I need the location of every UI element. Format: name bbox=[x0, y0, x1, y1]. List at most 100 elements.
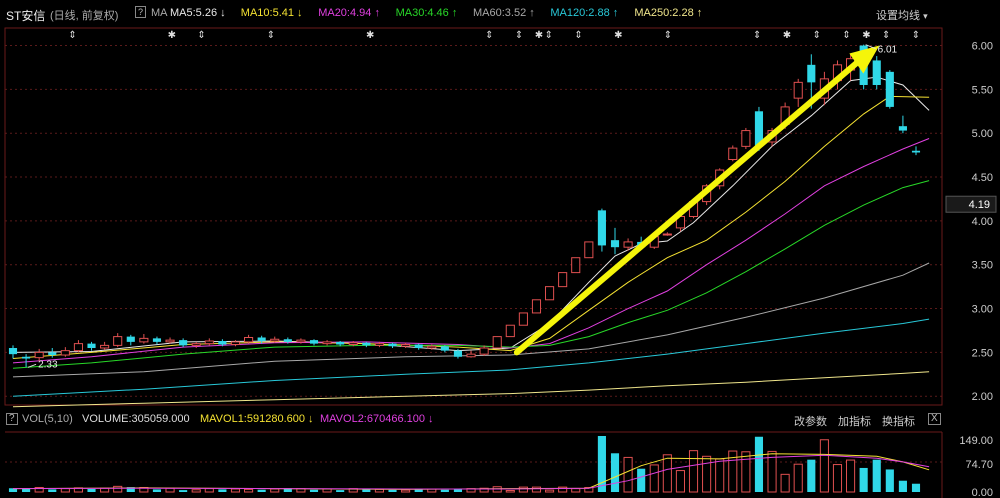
volume-bar bbox=[113, 485, 123, 493]
event-marker: ⇕ bbox=[574, 30, 582, 41]
candle-body bbox=[453, 350, 463, 357]
mavol1-value: MAVOL1:591280.600 ↓ bbox=[200, 413, 314, 425]
volume-bar bbox=[675, 470, 685, 493]
volume-bar bbox=[911, 483, 921, 492]
settings-ma-label: 设置均线 bbox=[876, 10, 920, 22]
volume-axis: 149.00 74.70 0.00 bbox=[959, 435, 993, 498]
ma-line-ma20 bbox=[12, 138, 930, 364]
ma-item-4: MA60:3.52 ↑ bbox=[473, 7, 535, 19]
volume-bar bbox=[807, 459, 816, 492]
ma-item-1: MA10:5.41 ↓ bbox=[240, 7, 303, 19]
candle-body bbox=[388, 343, 397, 347]
volume-bar bbox=[741, 451, 751, 493]
volume-bar bbox=[505, 489, 515, 493]
help-icon[interactable]: ? bbox=[135, 6, 147, 18]
volume-bar bbox=[754, 436, 764, 492]
candle bbox=[414, 343, 423, 350]
switch-indicator-button[interactable]: 换指标 bbox=[882, 413, 915, 429]
candle-body bbox=[911, 150, 921, 153]
candle-body bbox=[597, 210, 606, 246]
candle bbox=[179, 338, 188, 348]
candle-body bbox=[139, 337, 149, 343]
candle-body bbox=[257, 337, 266, 341]
volume-bar bbox=[60, 488, 70, 493]
candle-body bbox=[348, 342, 358, 346]
volume-bar bbox=[872, 459, 881, 492]
candle bbox=[492, 336, 502, 349]
candle-body bbox=[492, 336, 502, 349]
volume-bar bbox=[780, 473, 790, 493]
event-marker: ⇕ bbox=[912, 30, 920, 41]
change-params-button[interactable]: 改参数 bbox=[794, 413, 827, 429]
price-axis: 6.00 5.50 5.00 4.50 4.00 3.50 3.00 2.50 2.00 bbox=[972, 41, 993, 404]
candle bbox=[584, 241, 594, 259]
arrow-down-icon: ↓ bbox=[428, 413, 434, 425]
candle-body bbox=[152, 338, 162, 342]
candle-body bbox=[244, 336, 254, 343]
price-tick-label: 6.00 bbox=[972, 41, 993, 53]
candle bbox=[322, 340, 332, 346]
volume-bar bbox=[22, 488, 31, 492]
candle bbox=[87, 341, 96, 351]
mavol2-text: MAVOL2:670466.100 bbox=[320, 413, 425, 425]
candle-body bbox=[191, 343, 201, 346]
volume-bar bbox=[244, 488, 254, 493]
candle-body bbox=[518, 312, 528, 326]
settings-ma-button[interactable]: 设置均线 ▾ bbox=[876, 7, 928, 23]
candle-body bbox=[48, 352, 57, 356]
candle-body bbox=[885, 71, 894, 107]
candle-body bbox=[230, 341, 241, 346]
trend-arrow-shaft bbox=[513, 52, 869, 356]
volume-bar bbox=[270, 488, 280, 493]
ma-line-ma60 bbox=[12, 262, 930, 378]
candle bbox=[505, 324, 515, 338]
volume-tick-label: 74.70 bbox=[965, 459, 993, 471]
candle bbox=[22, 354, 31, 368]
event-marker: ⇕ bbox=[813, 30, 821, 41]
price-tick-label: 4.00 bbox=[972, 216, 993, 228]
stock-name[interactable]: ST安信 bbox=[6, 7, 45, 24]
volume-tick-label: 0.00 bbox=[972, 487, 993, 498]
candle bbox=[48, 348, 57, 358]
volume-bar bbox=[218, 489, 227, 492]
candle bbox=[73, 340, 83, 353]
candle-body bbox=[872, 60, 881, 85]
candle-body bbox=[34, 351, 44, 359]
volume-bar bbox=[230, 488, 241, 493]
candle-body bbox=[165, 339, 175, 343]
event-marker: ⇕ bbox=[267, 30, 275, 41]
candle bbox=[100, 341, 110, 350]
volume-bar bbox=[309, 489, 319, 492]
candle bbox=[610, 227, 620, 255]
chevron-down-icon: ▾ bbox=[923, 11, 928, 21]
candle bbox=[440, 345, 449, 353]
volume-bar bbox=[440, 489, 449, 492]
period-label: (日线, 前复权) bbox=[50, 10, 119, 22]
price-tick-label: 5.50 bbox=[972, 84, 993, 96]
event-marker: ✱ bbox=[535, 30, 543, 41]
volume-bar bbox=[48, 489, 57, 492]
volume-bar bbox=[336, 490, 345, 492]
volume-bar bbox=[545, 489, 555, 493]
vol-label: VOL(5,10) bbox=[22, 413, 73, 425]
candle-body bbox=[898, 126, 907, 131]
candle-body bbox=[126, 336, 135, 342]
candle bbox=[911, 146, 921, 156]
candle bbox=[388, 342, 397, 349]
volume-bar bbox=[637, 468, 646, 492]
candle bbox=[60, 347, 70, 357]
volume-help-icon[interactable]: ? bbox=[6, 413, 18, 425]
candle-body bbox=[414, 344, 423, 349]
vol-ma-line-mavol1 bbox=[12, 453, 930, 490]
candle-body bbox=[336, 341, 345, 345]
arrow-down-icon: ↓ bbox=[308, 413, 314, 425]
volume-bar bbox=[374, 488, 384, 493]
candle bbox=[309, 339, 319, 346]
volume-bar bbox=[204, 488, 214, 493]
ma-line-ma10 bbox=[12, 95, 930, 359]
ma-item-0: MA5:5.26 ↓ bbox=[170, 7, 226, 19]
candle-body bbox=[466, 353, 476, 358]
close-icon[interactable]: X bbox=[928, 413, 941, 425]
candle bbox=[113, 333, 123, 348]
add-indicator-button[interactable]: 加指标 bbox=[838, 413, 871, 429]
